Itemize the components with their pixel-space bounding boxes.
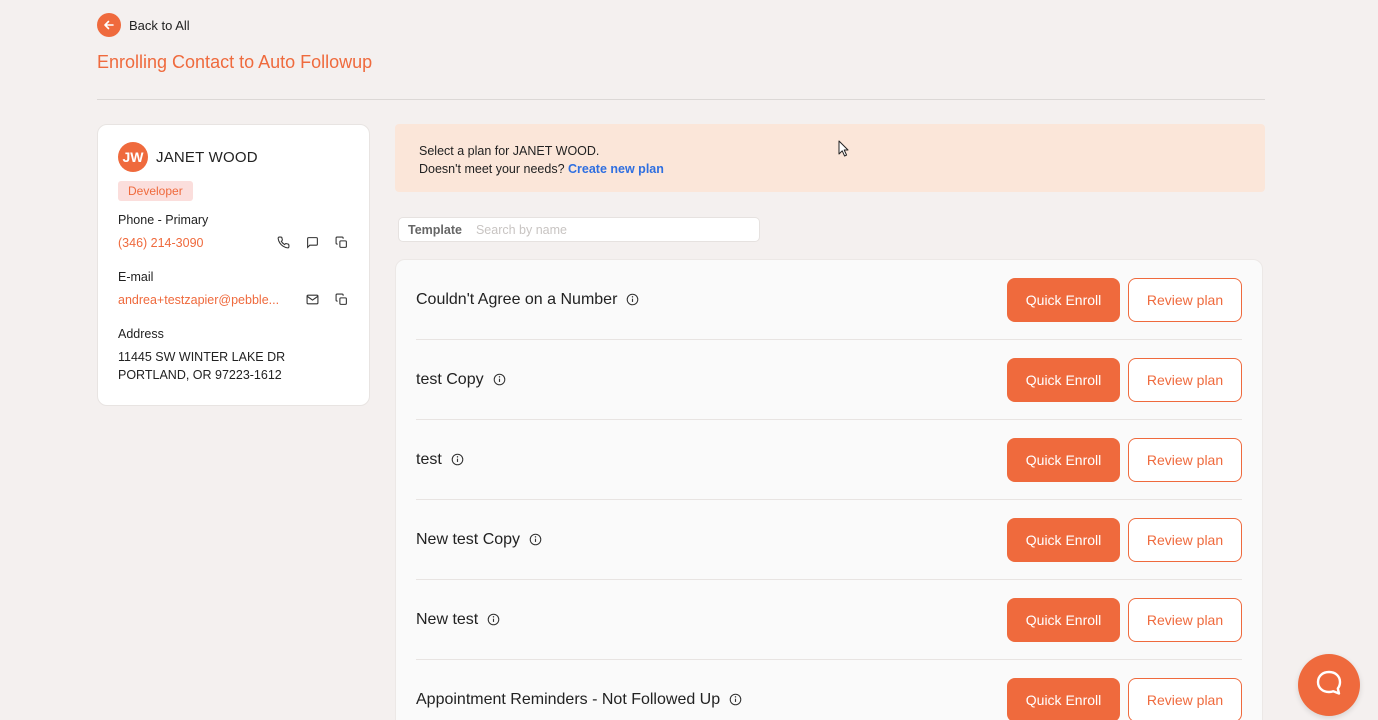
header-divider — [97, 99, 1265, 100]
banner-prefix: Doesn't meet your needs? — [419, 162, 565, 176]
plan-info-banner: Select a plan for JANET WOOD. Doesn't me… — [395, 124, 1265, 192]
info-icon[interactable] — [728, 692, 743, 707]
back-label[interactable]: Back to All — [129, 18, 190, 33]
role-badge: Developer — [118, 181, 193, 201]
arrow-left-icon[interactable] — [97, 13, 121, 37]
copy-icon[interactable] — [334, 235, 349, 250]
quick-enroll-button[interactable]: Quick Enroll — [1007, 597, 1120, 642]
plan-row: New test Quick Enroll Review plan — [416, 580, 1242, 660]
search-input[interactable] — [475, 222, 746, 237]
plan-name: Couldn't Agree on a Number — [416, 290, 618, 308]
plan-row: Couldn't Agree on a Number Quick Enroll … — [416, 260, 1242, 340]
copy-icon[interactable] — [334, 292, 349, 307]
plan-name: test — [416, 450, 442, 468]
address-line-1: 11445 SW WINTER LAKE DR — [118, 350, 286, 364]
plan-name: New test Copy — [416, 530, 521, 548]
address-line-2: PORTLAND, OR 97223-1612 — [118, 368, 282, 382]
banner-line-1: Select a plan for JANET WOOD. — [419, 144, 600, 158]
info-icon[interactable] — [450, 452, 465, 467]
contact-header: JW JANET WOOD — [118, 142, 349, 172]
email-label: E-mail — [118, 270, 154, 284]
quick-enroll-button[interactable]: Quick Enroll — [1007, 277, 1120, 322]
address-value: 11445 SW WINTER LAKE DR PORTLAND, OR 972… — [118, 348, 349, 384]
mouse-cursor-icon — [838, 140, 849, 162]
review-plan-button[interactable]: Review plan — [1128, 277, 1242, 322]
quick-enroll-button[interactable]: Quick Enroll — [1007, 677, 1120, 720]
info-icon[interactable] — [492, 372, 507, 387]
quick-enroll-button[interactable]: Quick Enroll — [1007, 437, 1120, 482]
chat-help-button[interactable] — [1298, 654, 1360, 716]
plan-row: test Copy Quick Enroll Review plan — [416, 340, 1242, 420]
info-icon[interactable] — [528, 532, 543, 547]
plan-name: test Copy — [416, 370, 484, 388]
review-plan-button[interactable]: Review plan — [1128, 597, 1242, 642]
phone-label: Phone - Primary — [118, 213, 209, 227]
info-icon[interactable] — [625, 292, 640, 307]
phone-icon[interactable] — [276, 235, 291, 250]
address-label: Address — [118, 327, 164, 341]
quick-enroll-button[interactable]: Quick Enroll — [1007, 517, 1120, 562]
back-to-all-link[interactable]: Back to All — [97, 13, 190, 37]
page-title: Enrolling Contact to Auto Followup — [97, 52, 373, 72]
review-plan-button[interactable]: Review plan — [1128, 357, 1242, 402]
email-value[interactable]: andrea+testzapier@pebble... — [118, 293, 279, 307]
create-new-plan-link[interactable]: Create new plan — [568, 162, 664, 176]
review-plan-button[interactable]: Review plan — [1128, 677, 1242, 720]
info-icon[interactable] — [486, 612, 501, 627]
contact-name: JANET WOOD — [156, 148, 258, 166]
email-row: andrea+testzapier@pebble... — [118, 292, 349, 307]
phone-value[interactable]: (346) 214-3090 — [118, 236, 203, 250]
phone-row: (346) 214-3090 — [118, 235, 349, 250]
avatar: JW — [118, 142, 148, 172]
review-plan-button[interactable]: Review plan — [1128, 437, 1242, 482]
plan-list: Couldn't Agree on a Number Quick Enroll … — [395, 259, 1263, 720]
contact-card: JW JANET WOOD Developer Phone - Primary … — [97, 124, 370, 406]
mail-icon[interactable] — [305, 292, 320, 307]
banner-line-2: Doesn't meet your needs? Create new plan — [419, 160, 1241, 178]
plan-row: Appointment Reminders - Not Followed Up … — [416, 660, 1242, 720]
message-icon[interactable] — [305, 235, 320, 250]
search-label: Template — [408, 222, 462, 237]
plan-name: Appointment Reminders - Not Followed Up — [416, 690, 721, 708]
chat-help-icon — [1314, 668, 1344, 703]
plan-row: test Quick Enroll Review plan — [416, 420, 1242, 500]
review-plan-button[interactable]: Review plan — [1128, 517, 1242, 562]
plan-name: New test — [416, 610, 479, 628]
plan-row: New test Copy Quick Enroll Review plan — [416, 500, 1242, 580]
template-search: Template — [398, 217, 760, 242]
quick-enroll-button[interactable]: Quick Enroll — [1007, 357, 1120, 402]
